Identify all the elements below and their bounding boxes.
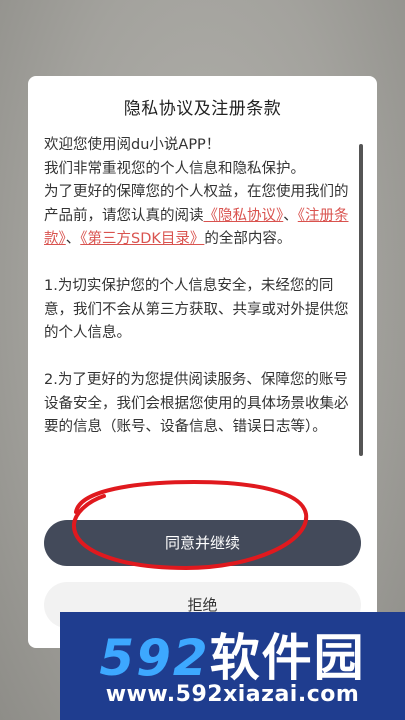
agree-continue-button[interactable]: 同意并继续: [44, 520, 361, 566]
watermark-logo-digits: 592: [99, 629, 210, 687]
reading-notice: 为了更好的保障您的个人权益，在您使用我们的产品前，请您认真的阅读《隐私协议》、《…: [44, 181, 354, 252]
watermark-logo: 592软件园: [60, 618, 405, 690]
privacy-clause-2: 2.为了更好的为您提供阅读服务、保障您的账号设备安全，我们会根据您使用的具体场景…: [44, 372, 349, 435]
reading-notice-suffix: 的全部内容。: [204, 231, 292, 247]
privacy-clause-1: 1.为切实保护您的个人信息安全，未经您的同意，我们不会从第三方获取、共享或对外提…: [44, 278, 349, 341]
content-scrollbar[interactable]: [359, 144, 363, 456]
separator: 、: [65, 231, 81, 247]
third-party-sdk-link[interactable]: 《第三方SDK目录》: [80, 231, 204, 247]
watermark-banner: 592软件园 www.592xiazai.com: [60, 612, 405, 720]
privacy-intro-text: 我们非常重视您的个人信息和隐私保护。: [44, 160, 305, 177]
watermark-url: www.592xiazai.com: [105, 682, 360, 707]
watermark-logo-text: 软件园: [209, 629, 366, 687]
dialog-content: 欢迎您使用阅du小说APP！ 我们非常重视您的个人信息和隐私保护。 为了更好的保…: [44, 134, 354, 558]
welcome-text: 欢迎您使用阅du小说APP！: [44, 137, 221, 153]
privacy-agreement-link[interactable]: 《隐私协议》: [204, 208, 284, 224]
privacy-dialog: 隐私协议及注册条款 欢迎您使用阅du小说APP！ 我们非常重视您的个人信息和隐私…: [28, 76, 377, 648]
dialog-title: 隐私协议及注册条款: [123, 99, 282, 119]
separator: 、: [283, 207, 298, 224]
